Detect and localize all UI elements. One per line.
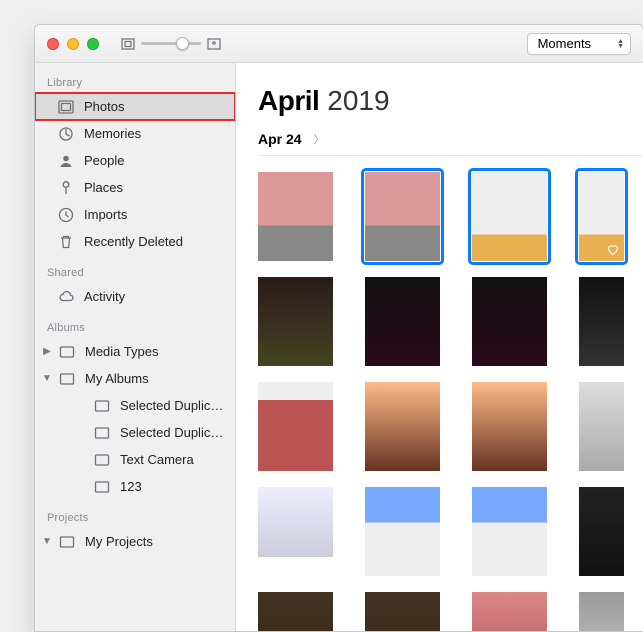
sidebar-label: Memories <box>84 126 235 141</box>
title-month: April <box>258 85 319 117</box>
title-year: 2019 <box>327 85 389 117</box>
sidebar-label: Recently Deleted <box>84 234 235 249</box>
photo-thumbnail[interactable] <box>258 277 333 366</box>
subheader-date: Apr 24 <box>258 131 302 147</box>
sidebar-item-media-types[interactable]: ▶ Media Types <box>35 338 235 365</box>
sidebar-label: Selected Duplic… <box>120 398 235 413</box>
photo-thumbnail[interactable] <box>579 382 624 471</box>
album-icon <box>93 451 111 469</box>
section-header-projects: Projects <box>35 506 235 528</box>
photo-thumbnail[interactable] <box>258 487 333 557</box>
sidebar-label: Text Camera <box>120 452 235 467</box>
sidebar-label: My Albums <box>85 371 235 386</box>
section-header-albums: Albums <box>35 316 235 338</box>
photo-thumbnail[interactable] <box>472 172 547 261</box>
close-window-button[interactable] <box>47 38 59 50</box>
album-icon <box>58 533 76 551</box>
album-icon <box>93 424 111 442</box>
photo-thumbnail[interactable] <box>365 592 440 631</box>
photo-row <box>258 487 643 576</box>
dropdown-stepper-icon: ▲▼ <box>617 39 624 49</box>
sidebar-item-photos[interactable]: Photos <box>35 93 235 120</box>
sidebar-item-album-child[interactable]: Text Camera <box>35 446 235 473</box>
sidebar-label: Media Types <box>85 344 235 359</box>
sidebar: Library Photos Memories People Places Im… <box>35 63 236 631</box>
memories-icon <box>57 125 75 143</box>
photo-thumbnail[interactable] <box>472 277 547 366</box>
photo-thumbnail[interactable] <box>258 592 333 631</box>
sidebar-item-activity[interactable]: Activity <box>35 283 235 310</box>
photo-thumbnail[interactable] <box>365 382 440 471</box>
photo-row <box>258 277 643 366</box>
sidebar-label: Selected Duplic… <box>120 425 235 440</box>
sidebar-item-album-child[interactable]: Selected Duplic… <box>35 392 235 419</box>
section-header-library: Library <box>35 71 235 93</box>
section-header-shared: Shared <box>35 261 235 283</box>
sidebar-label: My Projects <box>85 534 235 549</box>
sidebar-item-my-albums[interactable]: ▼ My Albums <box>35 365 235 392</box>
photo-thumbnail[interactable] <box>579 277 624 366</box>
album-icon <box>93 397 111 415</box>
photo-thumbnail[interactable] <box>365 487 440 576</box>
zoom-grid-large-icon <box>207 38 221 50</box>
view-mode-label: Moments <box>538 36 591 51</box>
trash-icon <box>57 233 75 251</box>
cloud-icon <box>57 288 75 306</box>
album-icon <box>58 370 76 388</box>
page-title: April 2019 <box>258 85 643 117</box>
traffic-lights <box>47 38 99 50</box>
people-icon <box>57 152 75 170</box>
chevron-down-icon[interactable]: ▼ <box>41 373 53 384</box>
photo-thumbnail[interactable] <box>365 172 440 261</box>
album-icon <box>58 343 76 361</box>
pin-icon <box>57 179 75 197</box>
photo-thumbnail[interactable] <box>365 277 440 366</box>
date-subheader[interactable]: Apr 24 〉 <box>258 131 643 156</box>
sidebar-label: 123 <box>120 479 235 494</box>
sidebar-item-imports[interactable]: Imports <box>35 201 235 228</box>
sidebar-label: Photos <box>84 99 235 114</box>
app-window: Moments ▲▼ Library Photos Memories Peopl… <box>34 24 643 632</box>
toolbar-zoom-controls <box>121 38 221 50</box>
sidebar-label: People <box>84 153 235 168</box>
sidebar-label: Imports <box>84 207 235 222</box>
sidebar-label: Places <box>84 180 235 195</box>
zoom-grid-small-icon <box>121 38 135 50</box>
photo-row <box>258 592 643 631</box>
photo-thumbnail[interactable] <box>579 172 624 261</box>
photo-row <box>258 382 643 471</box>
minimize-window-button[interactable] <box>67 38 79 50</box>
photos-icon <box>57 98 75 116</box>
sidebar-item-places[interactable]: Places <box>35 174 235 201</box>
photo-thumbnail[interactable] <box>472 487 547 576</box>
photo-row <box>258 172 643 261</box>
chevron-right-icon: 〉 <box>314 131 325 147</box>
sidebar-item-memories[interactable]: Memories <box>35 120 235 147</box>
chevron-right-icon[interactable]: ▶ <box>41 346 53 357</box>
chevron-down-icon[interactable]: ▼ <box>41 536 53 547</box>
photo-thumbnail[interactable] <box>579 487 624 576</box>
photo-thumbnail[interactable] <box>472 382 547 471</box>
sidebar-item-album-child[interactable]: 123 <box>35 473 235 500</box>
titlebar: Moments ▲▼ <box>35 25 643 63</box>
sidebar-item-album-child[interactable]: Selected Duplic… <box>35 419 235 446</box>
sidebar-item-people[interactable]: People <box>35 147 235 174</box>
sidebar-item-recently-deleted[interactable]: Recently Deleted <box>35 228 235 255</box>
photo-thumbnail[interactable] <box>258 172 333 261</box>
photo-thumbnail[interactable] <box>579 592 624 631</box>
main-content: April 2019 Apr 24 〉 <box>236 63 643 631</box>
album-icon <box>93 478 111 496</box>
photo-grid <box>258 172 643 631</box>
favorite-heart-icon <box>606 243 620 257</box>
sidebar-label: Activity <box>84 289 235 304</box>
sidebar-item-my-projects[interactable]: ▼ My Projects <box>35 528 235 555</box>
body: Library Photos Memories People Places Im… <box>35 63 643 631</box>
view-mode-dropdown[interactable]: Moments ▲▼ <box>527 33 631 55</box>
zoom-slider[interactable] <box>141 42 201 45</box>
clock-icon <box>57 206 75 224</box>
photo-thumbnail[interactable] <box>472 592 547 631</box>
photo-thumbnail[interactable] <box>258 382 333 471</box>
fullscreen-window-button[interactable] <box>87 38 99 50</box>
